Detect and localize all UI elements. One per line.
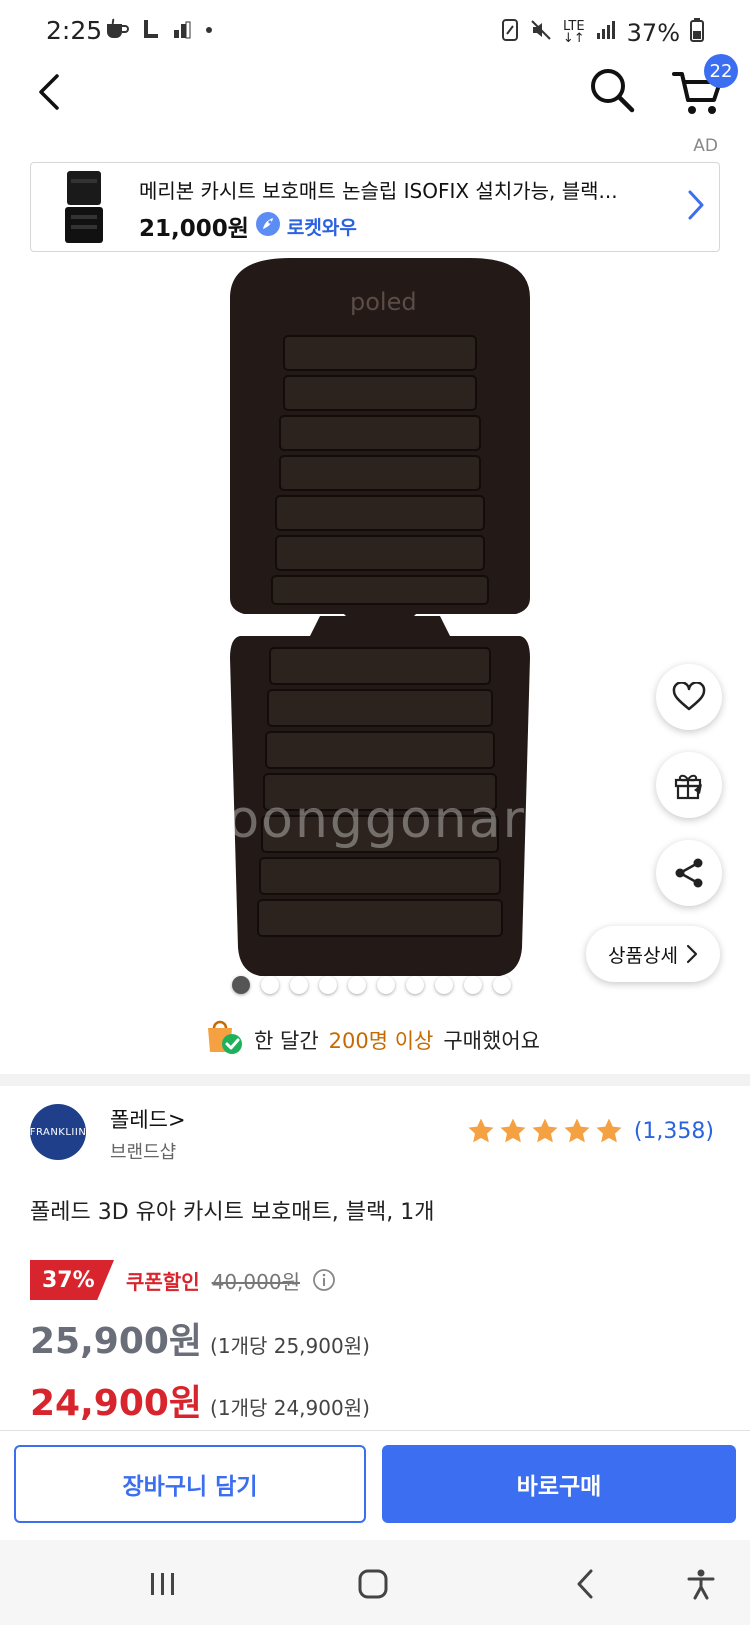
dot-icon	[204, 18, 214, 44]
coupon-price: 24,900원	[30, 1383, 203, 1424]
coupon-price-row: 24,900원 (1개당 24,900원)	[30, 1374, 370, 1426]
star-icon	[564, 1118, 590, 1143]
graph-icon	[172, 18, 192, 44]
chevron-left-icon	[39, 74, 59, 110]
gift-button[interactable]	[656, 752, 722, 818]
shopping-bag-check-icon	[204, 1018, 244, 1061]
original-price: 40,000원	[211, 1269, 300, 1294]
buy-now-button[interactable]: 바로구매	[382, 1445, 736, 1523]
star-icon	[500, 1118, 526, 1143]
recent-apps-button[interactable]	[138, 1566, 188, 1602]
carousel-dot[interactable]	[435, 976, 453, 994]
sale-price: 25,900원	[30, 1321, 203, 1362]
sale-price-row: 25,900원 (1개당 25,900원)	[30, 1312, 370, 1364]
info-icon[interactable]	[312, 1268, 336, 1292]
battery-icon	[690, 18, 704, 48]
home-button[interactable]	[348, 1566, 398, 1602]
carousel-dot[interactable]	[290, 976, 308, 994]
product-image[interactable]: poled	[200, 258, 560, 1003]
purchase-highlight: 200명 이상	[328, 1028, 434, 1053]
star-icon	[468, 1118, 494, 1143]
ad-title: 메리본 카시트 보호매트 논슬립 ISOFIX 설치가능, 블랙...	[139, 179, 618, 203]
search-button[interactable]	[586, 64, 638, 116]
ad-thumbnail	[51, 169, 117, 247]
poled-logo-text: poled	[350, 288, 417, 316]
sale-unit-price: (1개당 25,900원)	[210, 1334, 370, 1358]
star-icon	[596, 1118, 622, 1143]
brand-name-link[interactable]: 폴레드>	[110, 1104, 186, 1134]
carousel-dot[interactable]	[377, 976, 395, 994]
nav-back-button[interactable]	[560, 1566, 610, 1602]
status-bar: 2:25 LTE ↓↑ 37%	[0, 0, 750, 66]
rocket-icon	[255, 211, 281, 241]
carousel-dot[interactable]	[261, 976, 279, 994]
ad-price-row: 21,000원 로켓와우	[139, 209, 357, 243]
purchase-prefix: 한 달간	[254, 1028, 319, 1053]
chevron-right-icon	[687, 189, 705, 225]
rocket-wow-label: 로켓와우	[286, 216, 357, 239]
product-title: 폴레드 3D 유아 카시트 보호매트, 블랙, 1개	[30, 1200, 435, 1225]
ad-banner[interactable]: 메리본 카시트 보호매트 논슬립 ISOFIX 설치가능, 블랙... 21,0…	[30, 162, 720, 252]
carousel-dot[interactable]	[493, 976, 511, 994]
carousel-dot[interactable]	[319, 976, 337, 994]
status-right-icons: LTE ↓↑ 37%	[501, 18, 704, 48]
carousel-dot[interactable]	[464, 976, 482, 994]
signal-icon	[595, 19, 617, 47]
lte-icon: LTE ↓↑	[562, 19, 585, 46]
recent-apps-icon	[151, 1573, 174, 1595]
product-detail-button[interactable]: 상품상세	[586, 926, 720, 982]
search-icon	[591, 69, 635, 113]
accessibility-button[interactable]	[676, 1566, 726, 1602]
purchase-count-info: 한 달간 200명 이상 구매했어요	[204, 1018, 540, 1061]
coffee-icon	[104, 18, 130, 44]
brand-shop-label: 브랜드샵	[110, 1142, 177, 1163]
section-divider	[0, 1074, 750, 1086]
brand-logo[interactable]: FRANKLIIN	[30, 1104, 86, 1160]
carousel-dot[interactable]	[348, 976, 366, 994]
ad-price: 21,000원	[139, 216, 249, 242]
brand-logo-text: FRANKLIIN	[29, 1126, 87, 1138]
coupon-discount-label: 쿠폰할인	[126, 1269, 200, 1294]
battery-percent: 37%	[626, 19, 680, 47]
carousel-dot[interactable]	[232, 976, 250, 994]
purchase-suffix: 구매했어요	[443, 1028, 540, 1053]
home-icon	[358, 1569, 388, 1599]
ad-label: AD	[693, 136, 718, 156]
discount-rate-badge: 37%	[30, 1260, 114, 1300]
rating[interactable]: (1,358)	[466, 1116, 714, 1146]
chevron-right-icon	[686, 944, 698, 964]
car-seat-mat-illustration: poled	[230, 258, 530, 976]
back-icon	[577, 1569, 593, 1599]
share-button[interactable]	[656, 840, 722, 906]
watermark: Joonggonara	[210, 790, 560, 850]
network-label: LTE	[562, 19, 585, 34]
wishlist-button[interactable]	[656, 664, 722, 730]
nfc-icon	[501, 18, 519, 48]
carousel-dots	[232, 976, 511, 994]
action-bar: 장바구니 담기 바로구매	[0, 1430, 750, 1540]
gift-icon	[674, 774, 702, 800]
coupon-unit-price: (1개당 24,900원)	[210, 1396, 370, 1420]
cart-count-badge: 22	[704, 54, 738, 88]
mute-icon	[529, 18, 553, 48]
l-icon	[142, 18, 160, 44]
back-button[interactable]	[26, 66, 70, 118]
android-nav-bar	[0, 1540, 750, 1625]
review-count[interactable]: (1,358)	[634, 1119, 714, 1144]
heart-icon	[672, 682, 706, 711]
status-time: 2:25	[46, 16, 103, 45]
share-icon	[675, 858, 703, 888]
product-detail-label: 상품상세	[608, 944, 678, 967]
discount-row: 37% 쿠폰할인 40,000원	[30, 1260, 336, 1300]
top-nav	[0, 66, 750, 156]
carousel-dot[interactable]	[406, 976, 424, 994]
star-icon	[532, 1118, 558, 1143]
add-to-cart-button[interactable]: 장바구니 담기	[14, 1445, 366, 1523]
rating-stars	[466, 1116, 624, 1146]
accessibility-icon	[687, 1569, 715, 1600]
status-left-icons	[104, 18, 214, 44]
